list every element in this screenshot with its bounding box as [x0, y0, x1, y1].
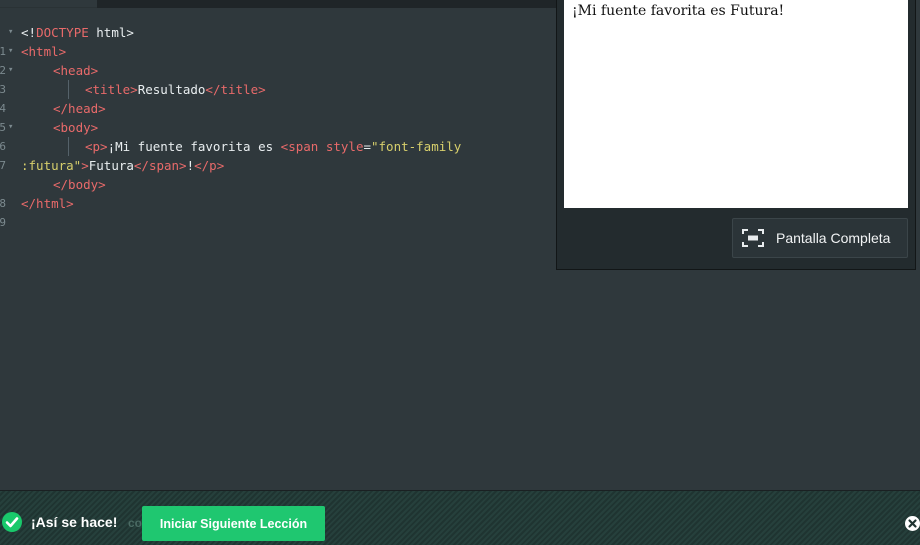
fold-arrow-icon[interactable]: ▾ — [8, 42, 13, 61]
code-token: Futura — [88, 158, 134, 173]
code-token: <span — [280, 139, 319, 154]
code-line[interactable]: 3 ▾ <head> — [0, 61, 552, 96]
code-token: <! — [21, 25, 37, 40]
code-line[interactable]: 2 ▾ <html> — [0, 42, 552, 77]
editor-top-bar — [97, 0, 556, 8]
fullscreen-label: Pantalla Completa — [776, 230, 891, 246]
code-token: <p> — [85, 139, 108, 154]
code-line-wrap[interactable]: :futura">Futura</span>!</p> — [0, 156, 552, 175]
next-lesson-button[interactable]: Iniciar Siguiente Lección — [142, 506, 325, 541]
success-label: ¡Así se hace! — [31, 514, 118, 530]
fold-arrow-icon[interactable]: ▾ — [8, 61, 13, 80]
code-token: DOCTYPE — [36, 25, 89, 40]
code-token: > — [81, 158, 89, 173]
code-lines[interactable]: 1 ▾ <!DOCTYPE html> 2 ▾ <html> 3 ▾ <head… — [0, 23, 552, 229]
fold-arrow-icon[interactable]: ▾ — [8, 23, 13, 42]
code-line[interactable]: 7 <p>¡Mi fuente favorita es <span style=… — [0, 137, 552, 172]
code-token: </html> — [21, 196, 74, 211]
code-line[interactable]: 8 </body> — [0, 175, 552, 210]
close-icon[interactable] — [905, 516, 920, 531]
code-token: </p> — [194, 158, 225, 173]
code-token: ¡Mi fuente favorita es — [107, 139, 281, 154]
preview-frame[interactable]: ¡Mi fuente favorita es Futura! — [564, 0, 908, 208]
code-line[interactable]: 9 </html> — [0, 194, 552, 229]
fullscreen-button[interactable]: Pantalla Completa — [732, 218, 908, 258]
indent-guide — [68, 80, 69, 99]
code-token: html> — [88, 25, 134, 40]
lesson-footer: ¡Así se hace! co Iniciar Siguiente Lecci… — [0, 490, 920, 545]
line-number: 9 — [0, 216, 6, 229]
preview-text: ¡Mi fuente favorita es Futura! — [572, 3, 785, 19]
code-editor[interactable]: 1 ▾ <!DOCTYPE html> 2 ▾ <html> 3 ▾ <head… — [0, 0, 556, 490]
code-token: <body> — [53, 120, 99, 135]
code-line[interactable]: 5 </head> — [0, 99, 552, 134]
code-line[interactable]: 4 <title>Resultado</title> — [0, 80, 552, 115]
faded-text: co — [128, 516, 143, 530]
code-token: <html> — [21, 44, 67, 59]
code-line[interactable]: 6 ▾ <body> — [0, 118, 552, 153]
check-circle-icon — [2, 512, 22, 532]
code-token: = — [363, 139, 371, 154]
code-token: ! — [186, 158, 195, 173]
code-token: </title> — [205, 82, 266, 97]
code-token: </head> — [53, 101, 106, 116]
code-token: "font-family — [371, 139, 462, 154]
editor-tab-area — [0, 0, 97, 8]
code-token: </body> — [53, 177, 106, 192]
code-token: </span> — [133, 158, 187, 173]
fold-arrow-icon[interactable]: ▾ — [8, 118, 13, 137]
code-token: :futura" — [21, 158, 82, 173]
indent-guide — [68, 137, 69, 156]
fullscreen-icon — [742, 229, 764, 247]
code-token: <head> — [53, 63, 99, 78]
code-token: Resultado — [137, 82, 206, 97]
code-token: <title> — [85, 82, 138, 97]
code-line[interactable]: 1 ▾ <!DOCTYPE html> — [0, 23, 552, 58]
code-token: style — [318, 139, 364, 154]
